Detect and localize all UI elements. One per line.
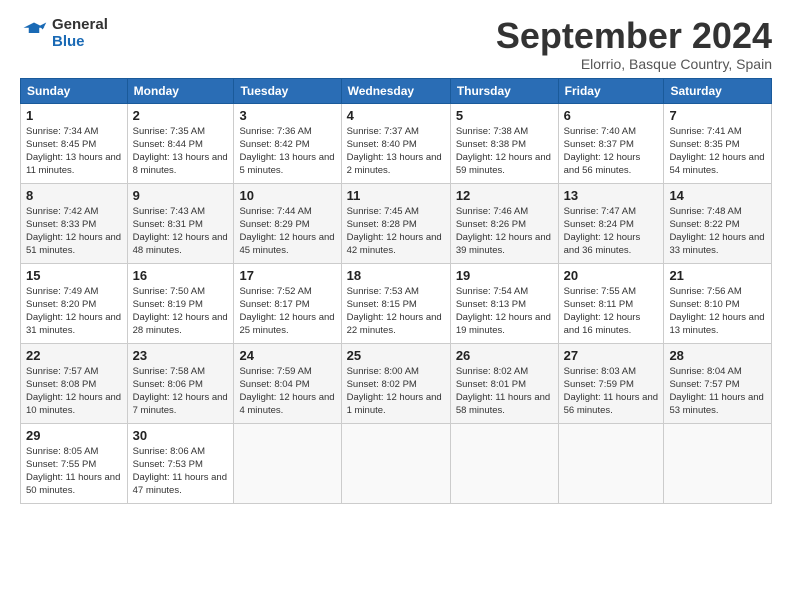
empty-2 xyxy=(341,423,450,503)
day-18: 18 Sunrise: 7:53 AM Sunset: 8:15 PM Dayl… xyxy=(341,263,450,343)
logo: General Blue xyxy=(20,16,108,51)
col-saturday: Saturday xyxy=(664,78,772,103)
day-13: 13 Sunrise: 7:47 AM Sunset: 8:24 PM Dayl… xyxy=(558,183,664,263)
col-tuesday: Tuesday xyxy=(234,78,341,103)
col-sunday: Sunday xyxy=(21,78,128,103)
col-wednesday: Wednesday xyxy=(341,78,450,103)
empty-5 xyxy=(664,423,772,503)
header-row: Sunday Monday Tuesday Wednesday Thursday… xyxy=(21,78,772,103)
day-11: 11 Sunrise: 7:45 AM Sunset: 8:28 PM Dayl… xyxy=(341,183,450,263)
empty-3 xyxy=(450,423,558,503)
week-2: 8 Sunrise: 7:42 AM Sunset: 8:33 PM Dayli… xyxy=(21,183,772,263)
day-25: 25 Sunrise: 8:00 AM Sunset: 8:02 PM Dayl… xyxy=(341,343,450,423)
page: General Blue September 2024 Elorrio, Bas… xyxy=(0,0,792,612)
empty-1 xyxy=(234,423,341,503)
title-block: September 2024 Elorrio, Basque Country, … xyxy=(496,16,772,72)
day-10: 10 Sunrise: 7:44 AM Sunset: 8:29 PM Dayl… xyxy=(234,183,341,263)
day-1: 1 Sunrise: 7:34 AM Sunset: 8:45 PM Dayli… xyxy=(21,103,128,183)
header: General Blue September 2024 Elorrio, Bas… xyxy=(20,16,772,72)
day-29: 29 Sunrise: 8:05 AM Sunset: 7:55 PM Dayl… xyxy=(21,423,128,503)
day-27: 27 Sunrise: 8:03 AM Sunset: 7:59 PM Dayl… xyxy=(558,343,664,423)
week-4: 22 Sunrise: 7:57 AM Sunset: 8:08 PM Dayl… xyxy=(21,343,772,423)
day-8: 8 Sunrise: 7:42 AM Sunset: 8:33 PM Dayli… xyxy=(21,183,128,263)
logo-text: General Blue xyxy=(52,16,108,51)
day-26: 26 Sunrise: 8:02 AM Sunset: 8:01 PM Dayl… xyxy=(450,343,558,423)
day-9: 9 Sunrise: 7:43 AM Sunset: 8:31 PM Dayli… xyxy=(127,183,234,263)
calendar: Sunday Monday Tuesday Wednesday Thursday… xyxy=(20,78,772,504)
day-16: 16 Sunrise: 7:50 AM Sunset: 8:19 PM Dayl… xyxy=(127,263,234,343)
day-23: 23 Sunrise: 7:58 AM Sunset: 8:06 PM Dayl… xyxy=(127,343,234,423)
day-12: 12 Sunrise: 7:46 AM Sunset: 8:26 PM Dayl… xyxy=(450,183,558,263)
col-thursday: Thursday xyxy=(450,78,558,103)
logo-general: General xyxy=(52,16,108,33)
col-monday: Monday xyxy=(127,78,234,103)
day-22: 22 Sunrise: 7:57 AM Sunset: 8:08 PM Dayl… xyxy=(21,343,128,423)
day-24: 24 Sunrise: 7:59 AM Sunset: 8:04 PM Dayl… xyxy=(234,343,341,423)
empty-4 xyxy=(558,423,664,503)
day-3: 3 Sunrise: 7:36 AM Sunset: 8:42 PM Dayli… xyxy=(234,103,341,183)
day-17: 17 Sunrise: 7:52 AM Sunset: 8:17 PM Dayl… xyxy=(234,263,341,343)
day-15: 15 Sunrise: 7:49 AM Sunset: 8:20 PM Dayl… xyxy=(21,263,128,343)
day-30: 30 Sunrise: 8:06 AM Sunset: 7:53 PM Dayl… xyxy=(127,423,234,503)
day-5: 5 Sunrise: 7:38 AM Sunset: 8:38 PM Dayli… xyxy=(450,103,558,183)
day-19: 19 Sunrise: 7:54 AM Sunset: 8:13 PM Dayl… xyxy=(450,263,558,343)
day-7: 7 Sunrise: 7:41 AM Sunset: 8:35 PM Dayli… xyxy=(664,103,772,183)
location-subtitle: Elorrio, Basque Country, Spain xyxy=(496,56,772,72)
logo-blue: Blue xyxy=(52,33,85,50)
week-3: 15 Sunrise: 7:49 AM Sunset: 8:20 PM Dayl… xyxy=(21,263,772,343)
col-friday: Friday xyxy=(558,78,664,103)
week-1: 1 Sunrise: 7:34 AM Sunset: 8:45 PM Dayli… xyxy=(21,103,772,183)
day-21: 21 Sunrise: 7:56 AM Sunset: 8:10 PM Dayl… xyxy=(664,263,772,343)
logo-icon xyxy=(20,19,48,47)
day-28: 28 Sunrise: 8:04 AM Sunset: 7:57 PM Dayl… xyxy=(664,343,772,423)
day-2: 2 Sunrise: 7:35 AM Sunset: 8:44 PM Dayli… xyxy=(127,103,234,183)
day-4: 4 Sunrise: 7:37 AM Sunset: 8:40 PM Dayli… xyxy=(341,103,450,183)
day-20: 20 Sunrise: 7:55 AM Sunset: 8:11 PM Dayl… xyxy=(558,263,664,343)
month-title: September 2024 xyxy=(496,16,772,56)
day-14: 14 Sunrise: 7:48 AM Sunset: 8:22 PM Dayl… xyxy=(664,183,772,263)
week-5: 29 Sunrise: 8:05 AM Sunset: 7:55 PM Dayl… xyxy=(21,423,772,503)
day-6: 6 Sunrise: 7:40 AM Sunset: 8:37 PM Dayli… xyxy=(558,103,664,183)
